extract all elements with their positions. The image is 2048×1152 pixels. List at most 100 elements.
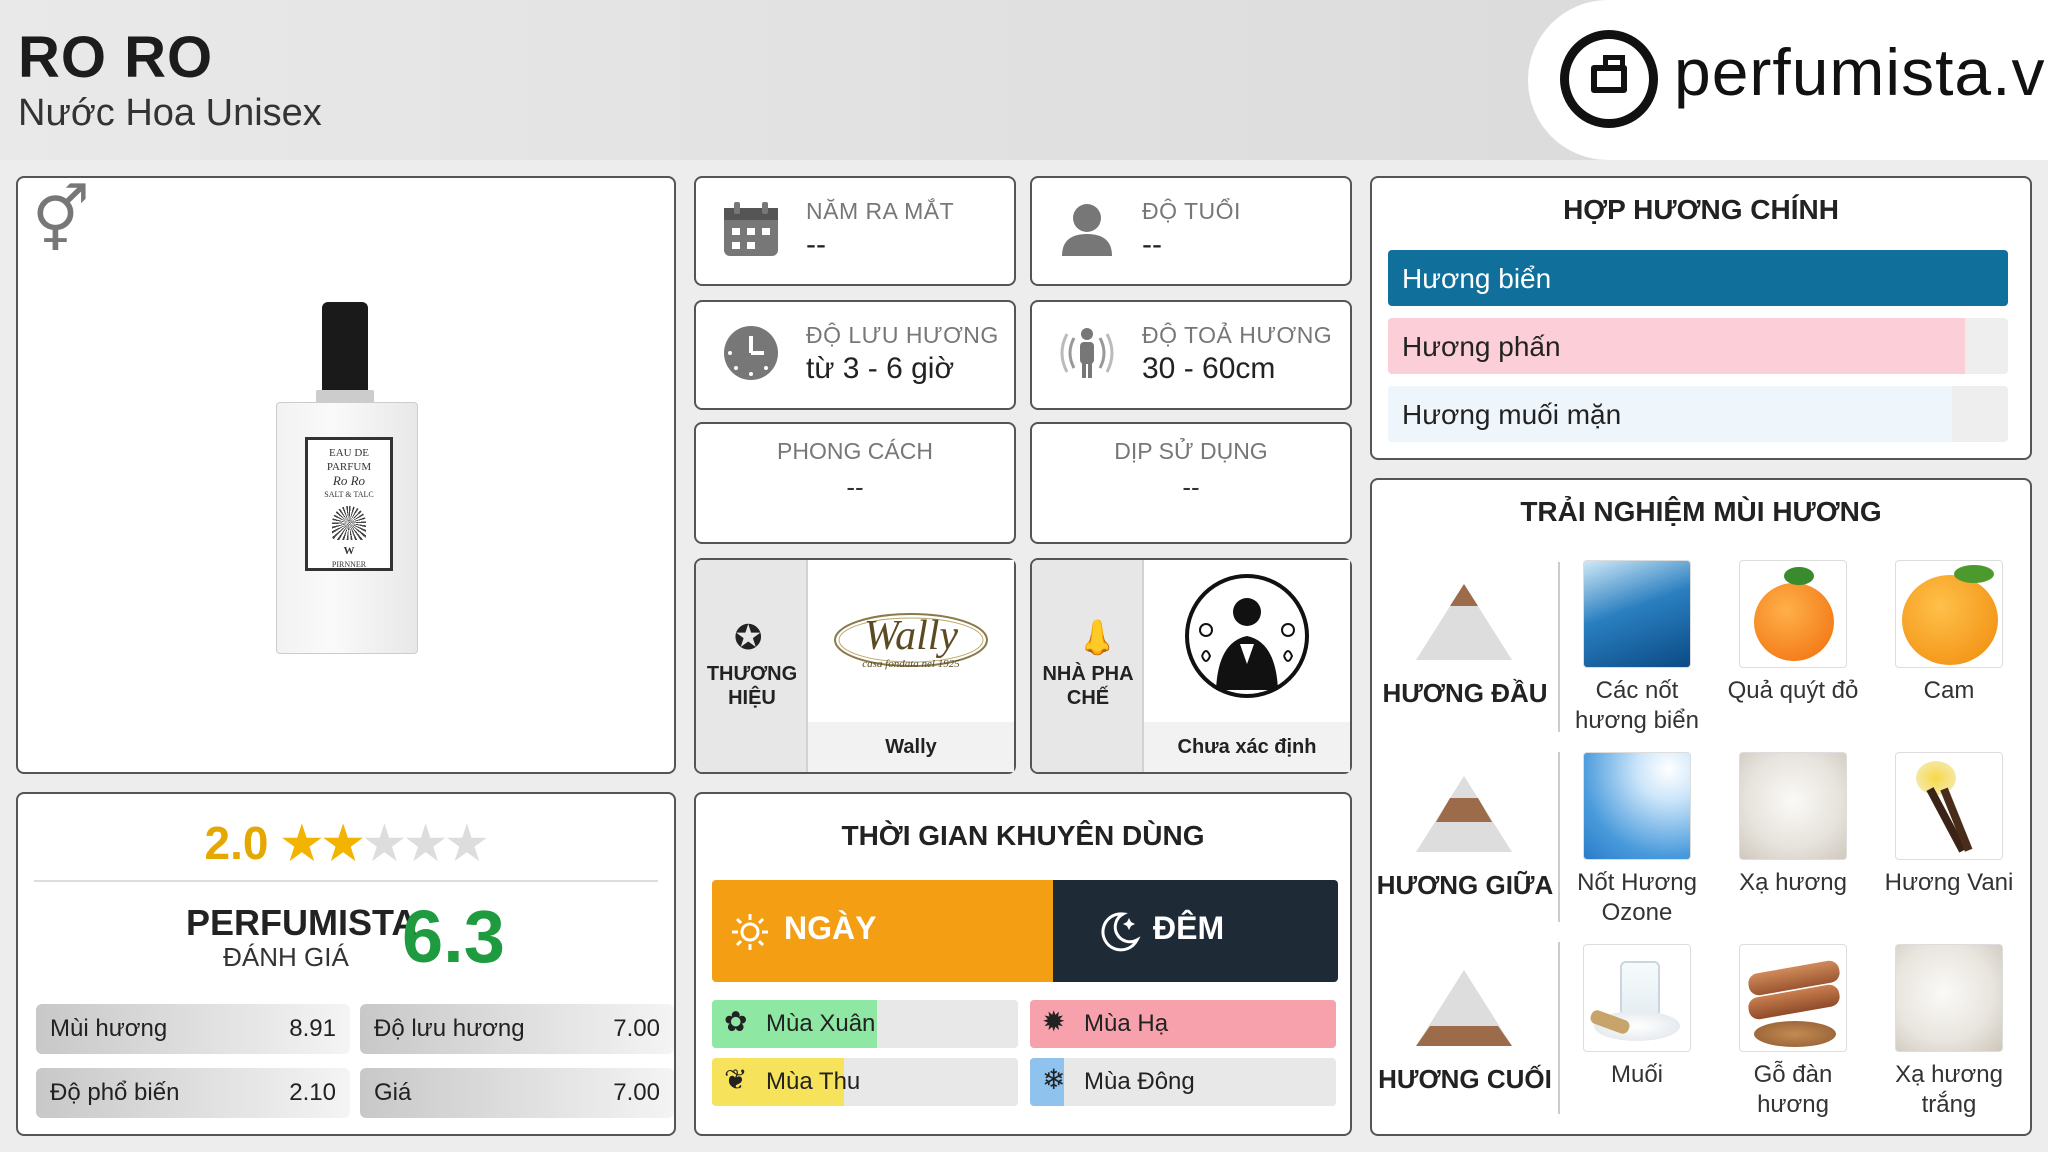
bottle-label-line: W (343, 545, 355, 557)
accord-row: Hương biển (1388, 250, 2008, 306)
perfumer-image (1144, 560, 1350, 712)
site-logo[interactable]: perfumista.vn (1528, 0, 2048, 160)
perfume-title: RO RO (18, 25, 214, 90)
fragrance-notes-panel: TRẢI NGHIỆM MÙI HƯƠNG HƯƠNG ĐẦU Các nốt … (1370, 478, 2032, 1136)
note-label: Xạ hương trắng (1895, 1061, 2003, 1118)
accord-row: Hương phấn (1388, 318, 2008, 374)
longevity-card: ĐỘ LƯU HƯƠNG từ 3 - 6 giờ (694, 300, 1016, 410)
season-label: Mùa Đông (1084, 1068, 1195, 1095)
perfume-subtitle: Nước Hoa Unisex (18, 92, 322, 134)
rating-stars: ★★★★★ (281, 817, 487, 869)
style-value: -- (846, 472, 864, 502)
perfumer-side: 👃 NHÀ PHA CHẾ (1032, 560, 1144, 772)
metric-label: Độ phổ biến (50, 1079, 180, 1106)
white-musk-image (1895, 944, 2003, 1052)
brand-card[interactable]: ✪ THƯƠNG HIỆU Wally casa fondata nel 192… (694, 558, 1016, 774)
tier-label: HƯƠNG ĐẦU (1382, 678, 1548, 708)
note-item: Quả quýt đỏ (1718, 560, 1868, 706)
perfume-bottle-logo-icon (1560, 30, 1658, 128)
sillage-label: ĐỘ TOẢ HƯƠNG (1142, 322, 1333, 348)
note-item: Xạ hương trắng (1874, 944, 2024, 1120)
star-filled-icon: ★ (322, 817, 364, 869)
logo-text: perfumista.vn (1674, 35, 2048, 109)
tier-label: HƯƠNG CUỐI (1378, 1064, 1552, 1094)
star-circle-icon: ✪ (734, 619, 763, 657)
season-spring: ✿ Mùa Xuân (712, 1000, 1018, 1048)
product-bottle-image: EAU DE PARFUM Ro Ro SALT & TALC W PIRNNE… (276, 302, 418, 654)
unisex-gender-icon: ⚥ (32, 184, 90, 256)
note-label: Xạ hương (1739, 869, 1847, 896)
note-label: Gỗ đàn hương (1753, 1061, 1833, 1118)
vanilla-image (1895, 752, 2003, 860)
salt-image (1583, 944, 1691, 1052)
bottle-label-line: PIRNNER (331, 560, 367, 569)
pyramid-middle-icon (1416, 776, 1512, 852)
sky-ozone-image (1583, 752, 1691, 860)
note-item: Hương Vani (1874, 752, 2024, 898)
day-night-bar: NGÀY ĐÊM (712, 880, 1338, 982)
sun-icon (732, 914, 768, 950)
calendar-icon (724, 202, 778, 256)
divider (34, 880, 658, 882)
divider (1558, 562, 1560, 732)
brand-label: THƯƠNG HIỆU (706, 663, 798, 709)
sillage-card: ĐỘ TOẢ HƯƠNG 30 - 60cm (1030, 300, 1352, 410)
day-label: NGÀY (784, 910, 877, 946)
sillage-value: 30 - 60cm (1142, 352, 1276, 385)
style-card: PHONG CÁCH -- (694, 422, 1016, 544)
metric-value: 2.10 (289, 1079, 336, 1106)
flower-icon: ✿ (724, 1006, 748, 1037)
star-empty-icon: ★ (363, 817, 405, 869)
person-icon (1062, 204, 1112, 256)
user-rating: 2.0 ★★★★★ (18, 816, 674, 870)
bottle-label-line: EAU DE PARFUM (326, 447, 372, 473)
season-label: Mùa Thu (766, 1068, 861, 1095)
night-label: ĐÊM (1153, 910, 1225, 946)
metric-label: Độ lưu hương (374, 1015, 525, 1042)
metric-value: 7.00 (613, 1079, 660, 1106)
note-label: Quả quýt đỏ (1727, 677, 1859, 704)
brand-logo-text: Wally (863, 613, 959, 659)
age-value: -- (1142, 228, 1162, 261)
longevity-label: ĐỘ LƯU HƯƠNG (806, 322, 999, 348)
accord-label: Hương muối mặn (1402, 399, 1622, 430)
brand-logo-image: Wally casa fondata nel 1925 (808, 560, 1014, 712)
note-label: Muối (1610, 1061, 1664, 1088)
brand-side: ✪ THƯƠNG HIỆU (696, 560, 808, 772)
sandalwood-image (1739, 944, 1847, 1052)
orange-image (1895, 560, 2003, 668)
season-autumn: ❦ Mùa Thu (712, 1058, 1018, 1106)
day-segment: NGÀY (712, 880, 1053, 982)
note-item: Các nốt hương biển (1562, 560, 1712, 736)
note-item: Cam (1874, 560, 2024, 706)
occasion-card: DỊP SỬ DỤNG -- (1030, 422, 1352, 544)
rating-panel: 2.0 ★★★★★ PERFUMISTA ĐÁNH GIÁ 6.3 Mùi hư… (16, 792, 676, 1136)
leaf-icon: ❦ (724, 1064, 748, 1095)
product-image-panel: ⚥ EAU DE PARFUM Ro Ro SALT & TALC W PIRN… (16, 176, 676, 774)
sun-icon: ✹ (1042, 1006, 1066, 1037)
metric-value: 8.91 (289, 1015, 336, 1042)
night-segment: ĐÊM (1053, 880, 1338, 982)
recommended-time-panel: THỜI GIAN KHUYÊN DÙNG NGÀY ĐÊM ✿ Mùa Xuâ… (694, 792, 1352, 1136)
nose-icon: 👃 (1076, 619, 1119, 657)
season-summer: ✹ Mùa Hạ (1030, 1000, 1336, 1048)
tangerine-image (1739, 560, 1847, 668)
brand-name: Wally (808, 722, 1014, 772)
metric-value: 7.00 (613, 1015, 660, 1042)
moon-stars-icon (1101, 912, 1141, 952)
season-winter: ❄ Mùa Đông (1030, 1058, 1336, 1106)
perfumer-card[interactable]: 👃 NHÀ PHA CHẾ Chưa xác định (1030, 558, 1352, 774)
star-filled-icon: ★ (281, 817, 323, 869)
launch-year-value: -- (806, 228, 826, 261)
note-label: Cam (1923, 677, 1975, 704)
age-label: ĐỘ TUỔI (1142, 198, 1241, 224)
main-accords-title: HỢP HƯƠNG CHÍNH (1563, 194, 1839, 225)
metric-popularity: Độ phổ biến 2.10 (36, 1068, 350, 1118)
clock-icon (724, 326, 778, 380)
rating-score: 2.0 (204, 817, 269, 869)
brand-logo-subtext: casa fondata nel 1925 (862, 658, 960, 670)
divider (1558, 752, 1560, 922)
ocean-wave-image (1583, 560, 1691, 668)
recommended-time-title: THỜI GIAN KHUYÊN DÙNG (841, 820, 1205, 851)
accord-label: Hương biển (1402, 263, 1552, 294)
